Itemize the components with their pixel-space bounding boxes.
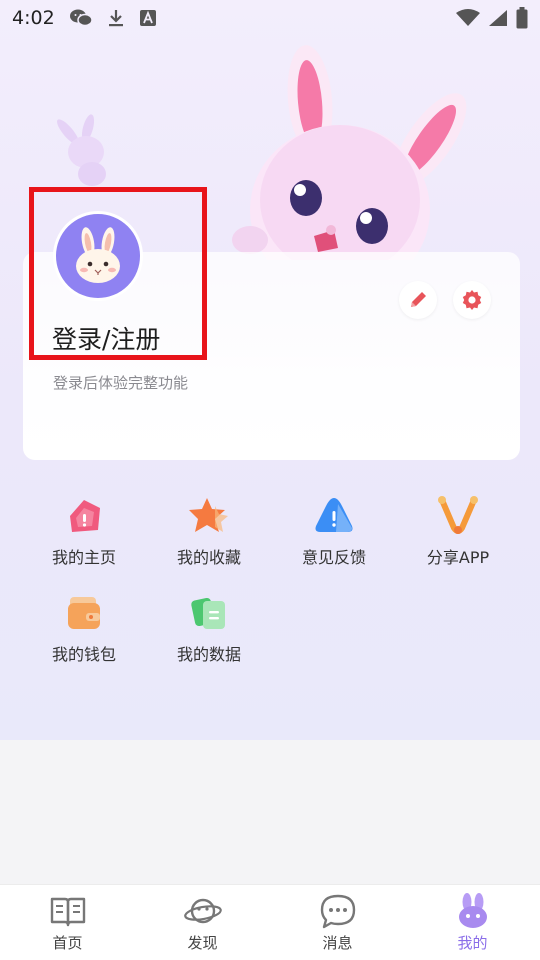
menu-item-label: 分享APP	[426, 548, 490, 567]
settings-button[interactable]	[453, 281, 491, 319]
menu-item-label: 我的收藏	[176, 548, 241, 567]
nav-item-home[interactable]: 首页	[0, 885, 135, 960]
bottom-navigation: 首页 发现 消息 我的	[0, 884, 540, 960]
wechat-icon	[69, 9, 93, 27]
status-time: 4:02	[12, 7, 55, 29]
message-icon	[320, 894, 355, 929]
rabbit-icon	[458, 893, 487, 928]
status-bar: 4:02	[0, 0, 540, 36]
nav-item-messages[interactable]: 消息	[270, 885, 405, 960]
nav-label: 消息	[322, 934, 353, 952]
small-rabbit-illustration	[57, 114, 106, 186]
home-page-icon	[70, 500, 100, 532]
menu-item-my-data[interactable]: 我的数据	[154, 591, 264, 665]
nav-item-discover[interactable]: 发现	[135, 885, 270, 960]
download-icon	[108, 10, 123, 27]
feedback-icon	[315, 498, 353, 532]
data-icon	[191, 597, 225, 629]
nav-label: 发现	[187, 934, 218, 952]
nav-label: 首页	[52, 934, 83, 952]
menu-item-home-page[interactable]: 我的主页	[29, 494, 139, 568]
menu-item-label: 我的主页	[51, 548, 116, 567]
nav-item-mine[interactable]: 我的	[405, 885, 540, 960]
star-icon	[189, 498, 228, 532]
menu-item-label: 我的数据	[176, 645, 241, 664]
menu-item-label: 意见反馈	[301, 548, 366, 567]
menu-item-label: 我的钱包	[51, 645, 116, 664]
menu-item-wallet[interactable]: 我的钱包	[29, 591, 139, 665]
battery-icon	[516, 7, 528, 29]
edit-profile-button[interactable]	[399, 281, 437, 319]
nav-label: 我的	[457, 934, 488, 952]
wifi-icon	[456, 9, 480, 26]
highlight-box	[29, 187, 207, 360]
menu-item-share-app[interactable]: 分享APP	[403, 494, 513, 568]
a-icon	[139, 10, 156, 26]
login-hint-text: 登录后体验完整功能	[53, 374, 189, 392]
planet-icon	[183, 898, 222, 924]
menu-item-favorites[interactable]: 我的收藏	[154, 494, 264, 568]
gear-icon	[462, 290, 482, 310]
wallet-icon	[68, 597, 100, 629]
rabbit-mascot-illustration	[232, 45, 467, 260]
signal-icon	[489, 10, 507, 26]
book-icon	[50, 897, 85, 927]
menu-item-feedback[interactable]: 意见反馈	[279, 494, 389, 568]
share-icon	[438, 496, 478, 534]
pencil-icon	[411, 292, 426, 307]
